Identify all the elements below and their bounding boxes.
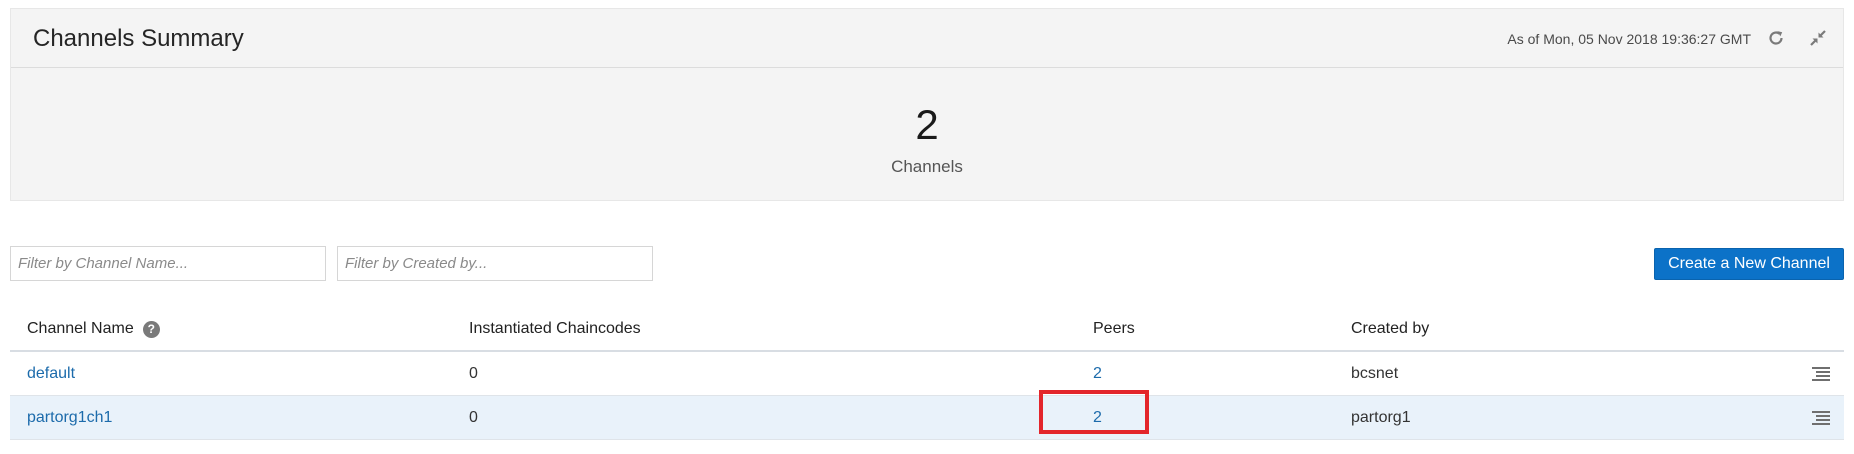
summary-header: Channels Summary As of Mon, 05 Nov 2018 …	[11, 9, 1843, 68]
created-by-value: bcsnet	[1351, 364, 1399, 382]
help-icon[interactable]: ?	[142, 320, 160, 338]
table-header: Channel Name ? Instantiated Chaincodes P…	[10, 308, 1844, 352]
chaincodes-count: 0	[469, 408, 478, 426]
row-menu-icon[interactable]	[1812, 396, 1830, 439]
table-row[interactable]: default 0 2 bcsnet	[10, 352, 1844, 396]
refresh-icon[interactable]	[1763, 25, 1789, 51]
collapse-icon[interactable]	[1805, 25, 1831, 51]
channel-count: 2	[915, 101, 939, 148]
created-by-value: partorg1	[1351, 408, 1411, 426]
filter-created-by-input[interactable]	[337, 246, 653, 281]
column-header-channel-name[interactable]: Channel Name ?	[27, 308, 160, 350]
peers-count-link[interactable]: 2	[1093, 396, 1102, 439]
column-header-created-by[interactable]: Created by	[1351, 308, 1429, 350]
create-new-channel-button[interactable]: Create a New Channel	[1654, 248, 1844, 280]
column-header-channel-name-label: Channel Name	[27, 320, 134, 337]
row-menu-icon[interactable]	[1812, 352, 1830, 395]
summary-title: Channels Summary	[33, 25, 244, 52]
column-header-peers[interactable]: Peers	[1093, 308, 1135, 350]
channel-name-link[interactable]: partorg1ch1	[27, 396, 112, 439]
channels-table: Channel Name ? Instantiated Chaincodes P…	[10, 308, 1844, 440]
channel-count-label: Channels	[891, 157, 963, 176]
peers-count-link[interactable]: 2	[1093, 352, 1102, 395]
as-of-timestamp: As of Mon, 05 Nov 2018 19:36:27 GMT	[1507, 31, 1751, 47]
chaincodes-count: 0	[469, 364, 478, 382]
channels-summary-panel: Channels Summary As of Mon, 05 Nov 2018 …	[10, 8, 1844, 201]
column-header-chaincodes[interactable]: Instantiated Chaincodes	[469, 308, 641, 350]
table-row[interactable]: partorg1ch1 0 2 partorg1	[10, 396, 1844, 440]
filter-channel-name-input[interactable]	[10, 246, 326, 281]
channel-name-link[interactable]: default	[27, 352, 75, 395]
